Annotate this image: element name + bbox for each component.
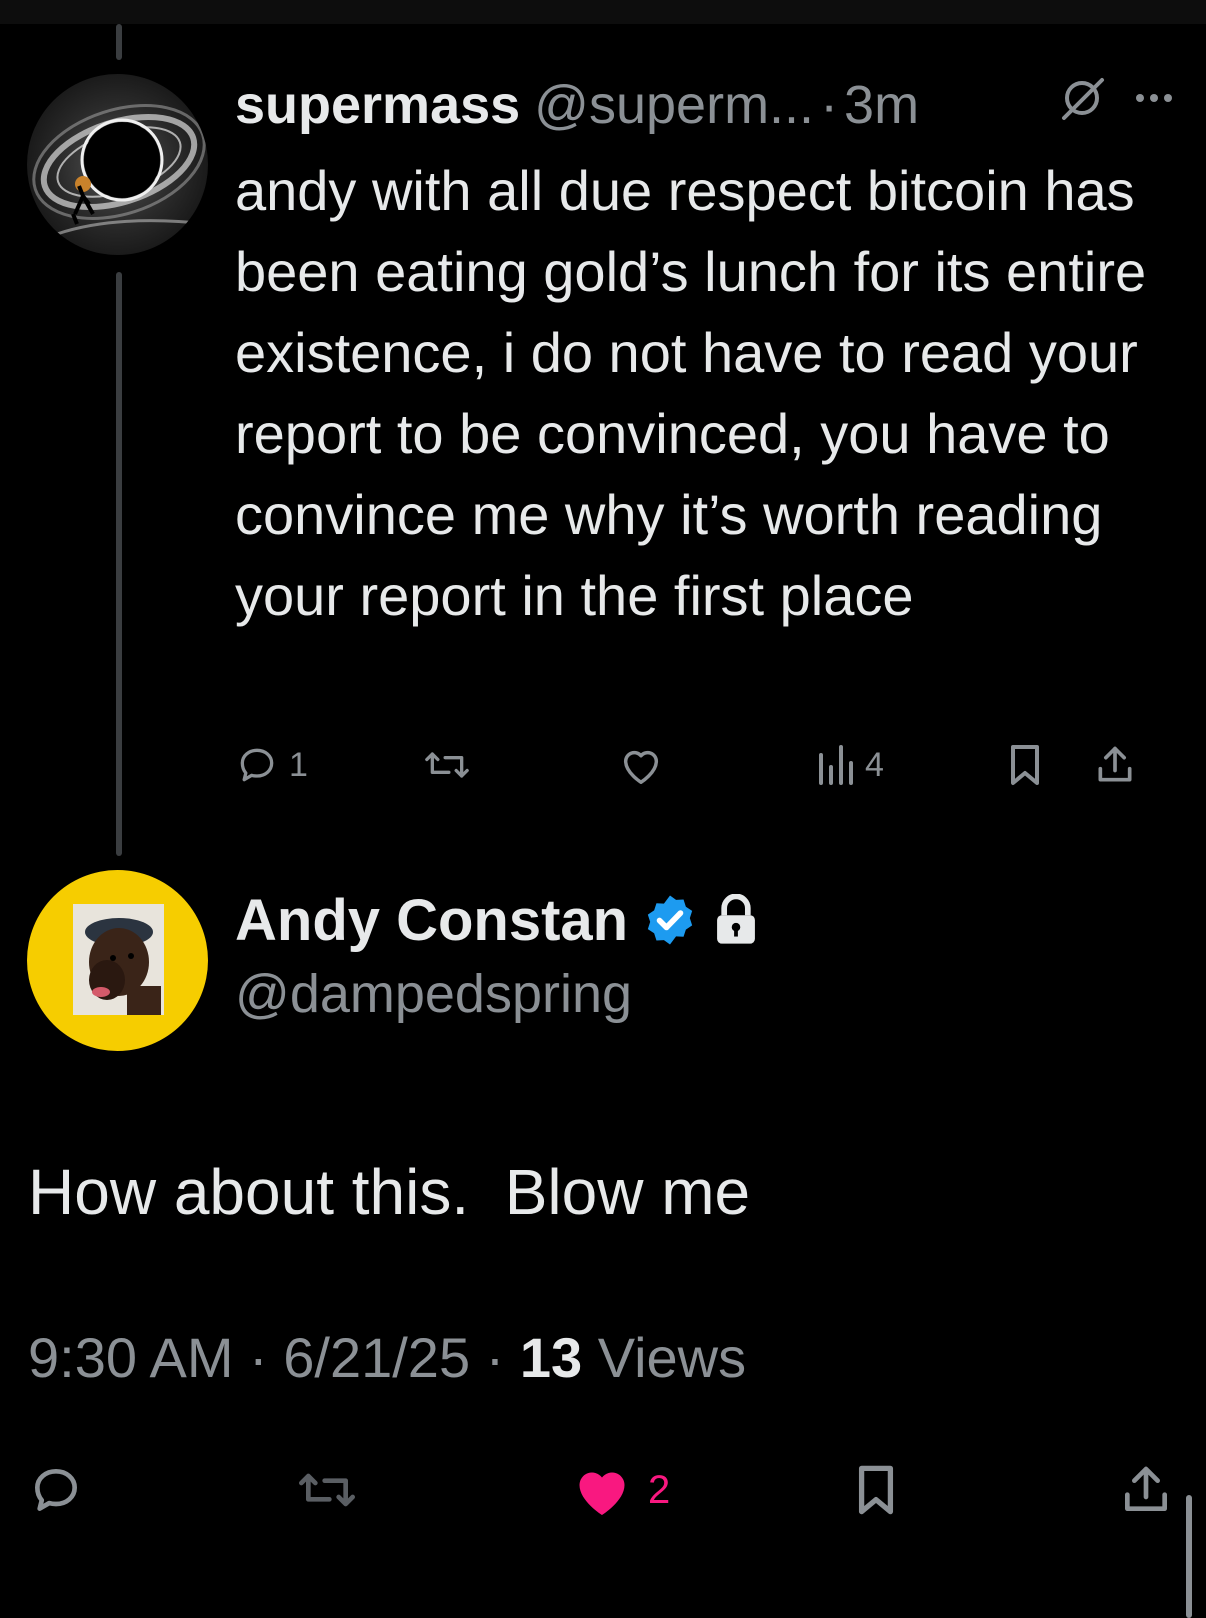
dog-avatar-icon — [27, 870, 208, 1051]
main-bookmark-button[interactable] — [852, 1450, 900, 1530]
post-views-count: 13 — [519, 1326, 583, 1389]
main-handle[interactable]: @dampedspring — [235, 963, 760, 1025]
main-avatar[interactable] — [27, 870, 208, 1051]
bookmark-icon — [1011, 745, 1039, 785]
views-count: 4 — [865, 745, 884, 784]
reply-icon — [240, 748, 274, 782]
main-display-name[interactable]: Andy Constan — [235, 887, 628, 954]
views-icon — [819, 745, 853, 785]
heart-filled-icon — [579, 1472, 625, 1515]
heart-outline-icon — [623, 750, 659, 784]
main-like-count: 2 — [648, 1467, 671, 1512]
reply-separator: · — [820, 75, 839, 135]
reply-time[interactable]: 3m — [844, 74, 919, 136]
views-button[interactable]: 4 — [815, 740, 884, 790]
bookmark-button[interactable] — [1005, 740, 1045, 790]
lock-icon — [717, 894, 756, 944]
status-bar — [0, 0, 1206, 24]
like-button[interactable] — [618, 740, 664, 790]
repost-icon — [425, 752, 469, 778]
reply-avatar[interactable] — [27, 74, 208, 255]
reply-display-name[interactable]: supermass — [235, 74, 520, 136]
reply-header: supermass @superm... · 3m — [235, 70, 919, 140]
main-header: Andy Constan @dampedspring — [235, 885, 760, 1025]
meta-separator: · — [249, 1326, 268, 1389]
share-icon — [1125, 1466, 1167, 1511]
meta-separator: · — [485, 1326, 505, 1389]
share-button[interactable] — [1093, 740, 1137, 790]
scrollbar[interactable] — [1186, 1495, 1192, 1618]
post-date[interactable]: 6/21/25 — [283, 1326, 470, 1389]
black-hole-avatar-icon — [27, 74, 208, 255]
more-icon[interactable] — [1132, 76, 1176, 125]
reply-action-bar: 1 4 — [235, 740, 1175, 790]
main-like-button[interactable]: 2 — [572, 1450, 670, 1530]
thread-line-top — [116, 24, 122, 60]
repost-button[interactable] — [423, 740, 471, 790]
share-icon — [1098, 746, 1132, 782]
bookmark-icon — [858, 1465, 894, 1515]
reply-header-icons — [1058, 74, 1176, 127]
post-views-label: Views — [597, 1326, 747, 1389]
main-repost-button[interactable] — [296, 1450, 358, 1530]
main-action-bar: 2 — [0, 1450, 1206, 1530]
main-text: How about this. Blow me — [28, 1156, 751, 1228]
thread-line — [116, 272, 122, 856]
verified-badge-icon — [647, 895, 693, 945]
reply-text: andy with all due respect bitcoin has be… — [235, 159, 1147, 627]
grok-icon[interactable] — [1058, 74, 1106, 127]
main-share-button[interactable] — [1118, 1450, 1174, 1530]
main-reply-button[interactable] — [28, 1450, 84, 1530]
repost-icon — [299, 1473, 355, 1507]
reply-button[interactable]: 1 — [235, 740, 308, 790]
reply-count: 1 — [289, 745, 308, 784]
reply-icon — [35, 1469, 77, 1511]
post-time[interactable]: 9:30 AM — [28, 1326, 233, 1389]
post-meta: 9:30 AM · 6/21/25 · 13 Views — [28, 1325, 746, 1390]
reply-handle[interactable]: @superm... — [534, 74, 814, 136]
